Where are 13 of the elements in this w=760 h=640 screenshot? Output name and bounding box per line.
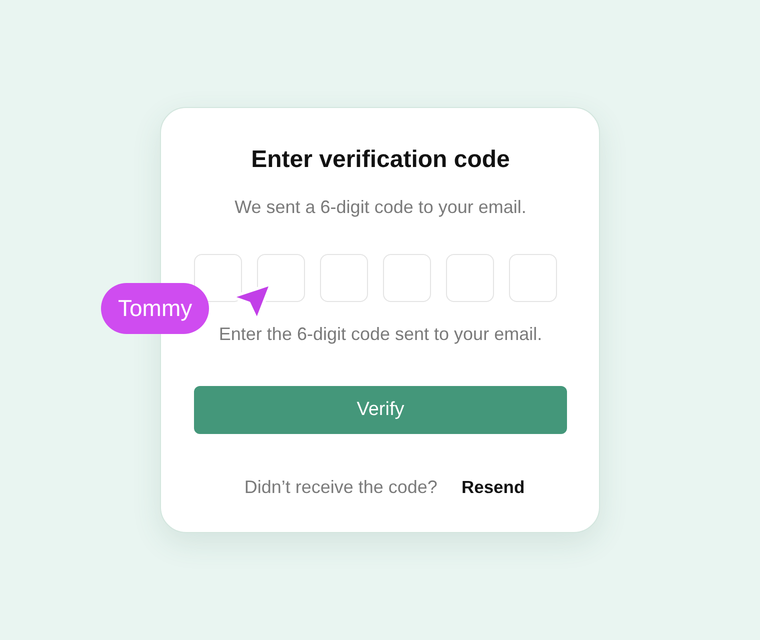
dialog-title: Enter verification code <box>251 146 510 174</box>
code-digit-field[interactable] <box>509 254 557 302</box>
user-name-tag: Tommy <box>101 283 210 334</box>
verify-button[interactable]: Verify <box>194 386 567 434</box>
code-digit-field[interactable] <box>257 254 305 302</box>
subtitle-text: We sent a 6-digit code to your email. <box>234 196 526 218</box>
helper-text: Enter the 6-digit code sent to your email. <box>218 324 542 344</box>
code-digit-field[interactable] <box>383 254 431 302</box>
resend-link[interactable]: Resend <box>461 476 525 498</box>
code-digit-field[interactable] <box>320 254 368 302</box>
resend-prompt: Didn’t receive the code? <box>244 476 438 498</box>
code-digit-field[interactable] <box>446 254 494 302</box>
code-digit-field[interactable] <box>194 254 242 302</box>
